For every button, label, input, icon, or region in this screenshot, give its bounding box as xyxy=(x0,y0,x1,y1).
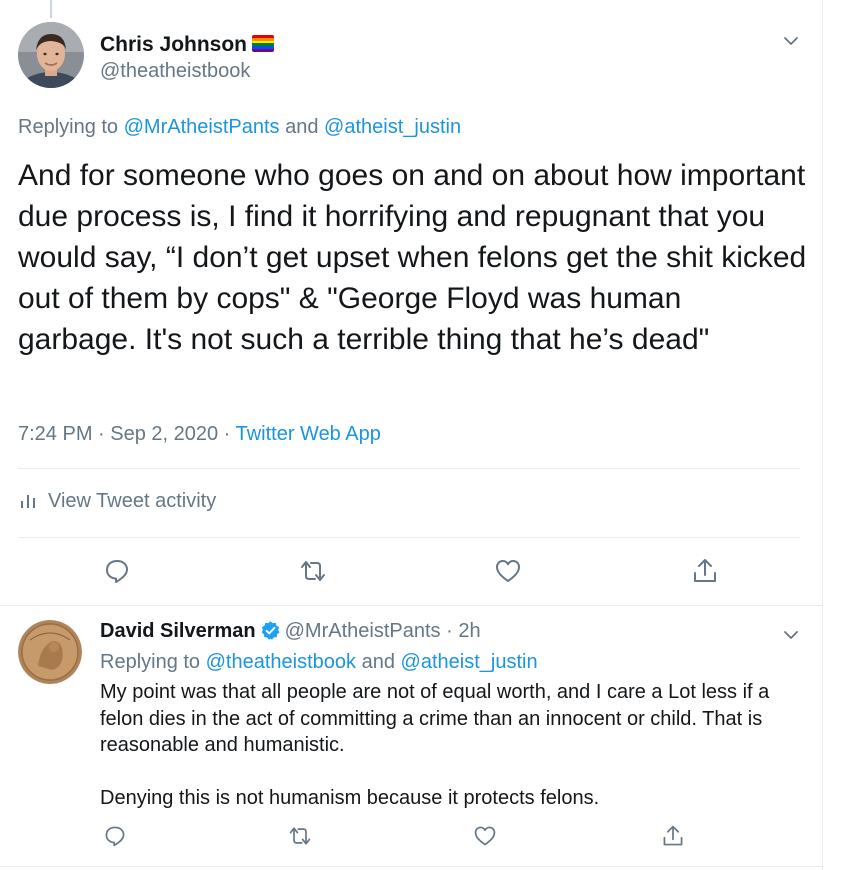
author-handle[interactable]: @theatheistbook xyxy=(100,60,250,83)
author-name-text: Chris Johnson xyxy=(100,33,248,56)
mention-link[interactable]: @MrAtheistPants xyxy=(124,116,280,138)
tweet-metadata: 7:24 PM · Sep 2, 2020 · Twitter Web App xyxy=(18,423,381,446)
retweet-icon[interactable] xyxy=(299,557,327,585)
replying-and: and xyxy=(285,116,319,138)
share-icon[interactable] xyxy=(691,557,719,585)
mention-link[interactable]: @atheist_justin xyxy=(401,651,538,673)
replying-to-label: Replying to xyxy=(100,651,201,673)
mention-link[interactable]: @atheist_justin xyxy=(324,116,461,138)
separator-dot: · xyxy=(98,423,105,445)
chevron-down-icon[interactable] xyxy=(780,30,802,52)
author-handle[interactable]: @MrAtheistPants xyxy=(285,620,441,642)
divider xyxy=(18,537,800,538)
avatar[interactable] xyxy=(18,620,82,684)
focused-tweet: Chris Johnson @theatheistbook Replying t… xyxy=(0,0,823,606)
reply-tweet-text: My point was that all people are not of … xyxy=(100,679,810,812)
activity-label: View Tweet activity xyxy=(48,490,217,512)
tweet-text: And for someone who goes on and on about… xyxy=(18,159,807,356)
tweet-separator xyxy=(0,866,823,867)
tweet-separator xyxy=(0,605,823,606)
author-name[interactable]: David Silverman xyxy=(100,620,256,642)
chevron-down-icon[interactable] xyxy=(780,624,802,646)
tweet-date[interactable]: Sep 2, 2020 xyxy=(110,423,218,445)
tweet-time[interactable]: 7:24 PM xyxy=(18,423,92,445)
reply-icon[interactable] xyxy=(103,557,131,585)
separator-dot: · xyxy=(223,423,231,445)
tweet-time[interactable]: 2h xyxy=(458,620,480,642)
verified-badge-icon xyxy=(261,621,280,640)
separator-dot: · xyxy=(446,620,453,642)
replying-to: Replying to @MrAtheistPants and @atheist… xyxy=(18,116,461,139)
view-tweet-activity-link[interactable]: View Tweet activity xyxy=(18,490,216,513)
rainbow-flag-icon xyxy=(252,35,275,52)
share-icon[interactable] xyxy=(661,824,685,848)
author-name[interactable]: Chris Johnson xyxy=(100,33,275,57)
reply-header: David Silverman @MrAtheistPants · 2h xyxy=(100,620,481,643)
avatar-photo xyxy=(18,22,84,88)
like-icon[interactable] xyxy=(494,557,522,585)
tweet-source-link[interactable]: Twitter Web App xyxy=(236,423,381,445)
like-icon[interactable] xyxy=(473,824,497,848)
reply-icon[interactable] xyxy=(103,824,127,848)
coin-avatar-image xyxy=(18,620,82,684)
reply-paragraph: My point was that all people are not of … xyxy=(100,681,770,756)
reply-paragraph: Denying this is not humanism because it … xyxy=(100,787,600,809)
retweet-icon[interactable] xyxy=(288,824,312,848)
replying-to: Replying to @theatheistbook and @atheist… xyxy=(100,651,538,674)
mention-link[interactable]: @theatheistbook xyxy=(206,651,356,673)
analytics-icon xyxy=(21,495,35,508)
replying-and: and xyxy=(361,651,395,673)
divider xyxy=(18,468,800,469)
avatar[interactable] xyxy=(18,22,84,88)
replying-to-label: Replying to xyxy=(18,116,119,138)
